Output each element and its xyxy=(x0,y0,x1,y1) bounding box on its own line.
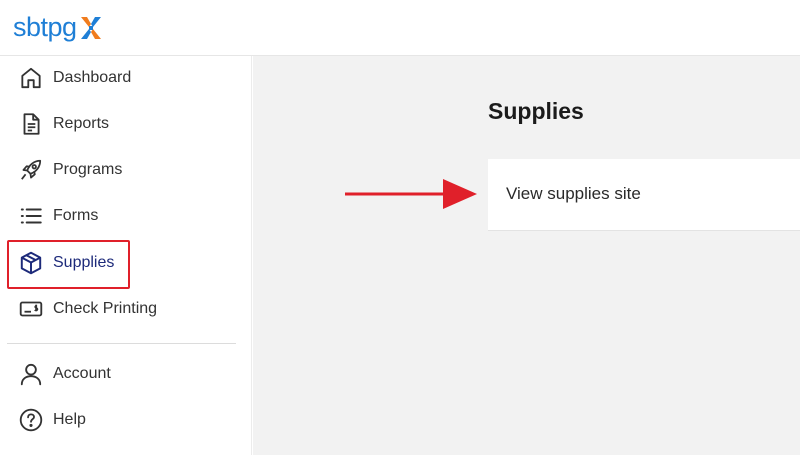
home-icon xyxy=(17,64,45,92)
sidebar-item-reports[interactable]: Reports xyxy=(17,109,109,139)
sidebar-item-label: Account xyxy=(53,365,111,382)
page-title: Supplies xyxy=(488,98,584,124)
annotation-arrow-icon xyxy=(345,179,477,209)
sidebar-item-label: Programs xyxy=(53,161,123,178)
sidebar-item-label: Reports xyxy=(53,115,110,132)
sidebar-item-forms[interactable]: Forms xyxy=(17,201,98,231)
sidebar-item-label: Forms xyxy=(53,207,99,224)
top-bar: sbtpg xyxy=(0,0,800,56)
list-icon xyxy=(17,202,45,230)
sidebar-item-programs[interactable]: Programs xyxy=(17,155,122,185)
sidebar-item-account[interactable]: Account xyxy=(17,359,111,389)
document-icon xyxy=(17,110,45,138)
check-icon xyxy=(17,295,45,323)
logo-x-icon xyxy=(80,16,101,39)
rocket-icon xyxy=(17,156,45,184)
sidebar-item-check-printing[interactable]: Check Printing xyxy=(17,294,157,324)
help-icon xyxy=(17,406,45,434)
user-icon xyxy=(17,360,45,388)
logo-text: sbtpg xyxy=(13,12,77,42)
sidebar-divider xyxy=(7,343,236,344)
sidebar-item-label: Dashboard xyxy=(53,69,132,86)
sidebar-item-dashboard[interactable]: Dashboard xyxy=(17,63,131,93)
supplies-card: View supplies site xyxy=(488,159,800,231)
highlight-box xyxy=(7,240,130,289)
sbtpg-logo[interactable]: sbtpg xyxy=(13,14,104,41)
view-supplies-site-link[interactable]: View supplies site xyxy=(506,184,641,204)
sidebar-item-label: Check Printing xyxy=(53,300,158,317)
sidebar-item-help[interactable]: Help xyxy=(17,405,86,435)
sidebar-item-label: Help xyxy=(53,411,86,428)
